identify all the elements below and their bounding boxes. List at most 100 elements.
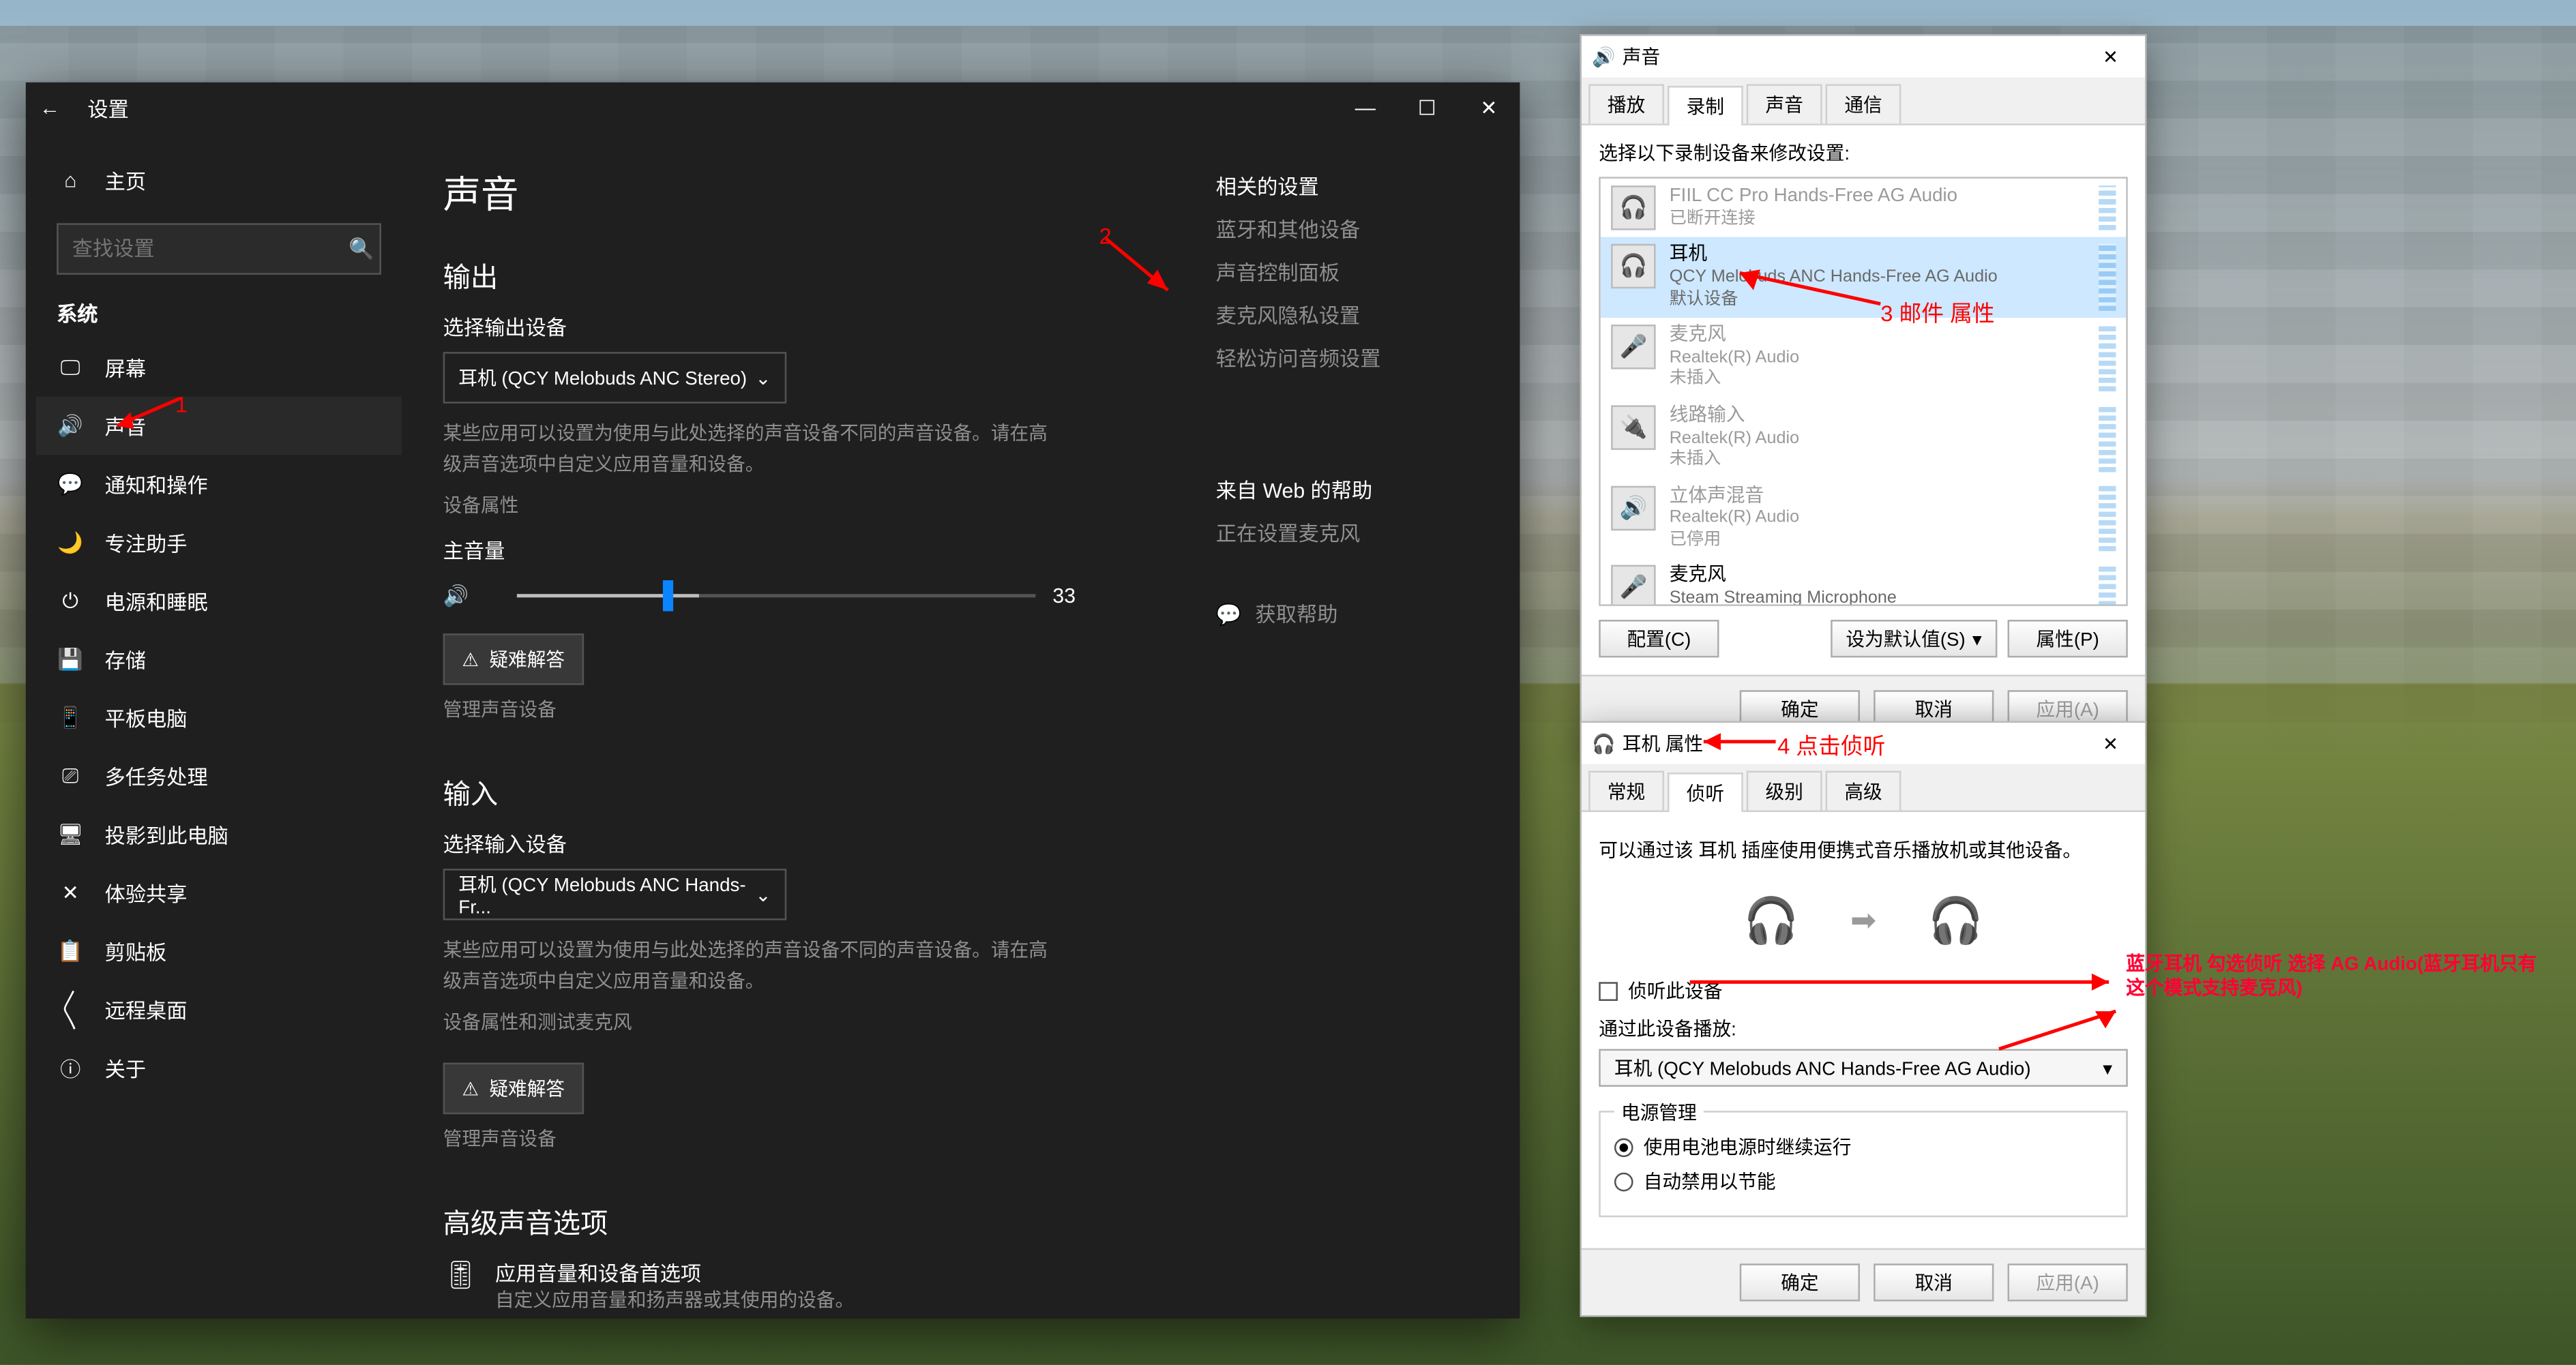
device-icon <box>1611 185 1655 230</box>
power-opt1-row[interactable]: 使用电池电源时继续运行 <box>1614 1133 2112 1160</box>
advanced-heading: 高级声音选项 <box>443 1201 1147 1242</box>
master-volume-label: 主音量 <box>443 536 1147 565</box>
close-icon[interactable]: ✕ <box>2086 46 2135 68</box>
checkbox-icon[interactable] <box>1599 981 1618 1000</box>
close-icon[interactable]: ✕ <box>2086 732 2135 755</box>
device-name: 麦克风 <box>1669 325 1798 348</box>
nav-label: 远程桌面 <box>105 995 188 1024</box>
web-help-link[interactable]: 正在设置麦克风 <box>1216 518 1594 548</box>
output-device-props-link[interactable]: 设备属性 <box>443 492 1147 519</box>
get-help-link[interactable]: 获取帮助 <box>1256 599 1338 629</box>
radio-icon[interactable] <box>1614 1172 1633 1191</box>
tab-常规[interactable]: 常规 <box>1588 771 1664 811</box>
minimize-button[interactable]: — <box>1334 82 1396 134</box>
output-heading: 输出 <box>443 254 1147 295</box>
sidebar-item-10[interactable]: 📋剪贴板 <box>36 922 402 980</box>
input-device-select[interactable]: 耳机 (QCY Melobuds ANC Hands-Fr... ⌄ <box>443 869 787 921</box>
nav-label: 电源和睡眠 <box>105 586 208 616</box>
back-icon[interactable]: ← <box>40 96 60 120</box>
device-icon <box>1611 405 1655 449</box>
ok-button[interactable]: 确定 <box>1740 1263 1860 1301</box>
nav-icon: ⏻ <box>57 588 84 614</box>
power-opt2-row[interactable]: 自动禁用以节能 <box>1614 1167 2112 1195</box>
volume-value: 33 <box>1052 584 1076 608</box>
sidebar-item-11[interactable]: 〱远程桌面 <box>36 980 402 1039</box>
maximize-button[interactable]: ☐ <box>1396 82 1458 134</box>
arrow-right-icon: ➡ <box>1850 902 1876 938</box>
sidebar-item-5[interactable]: 💾存储 <box>36 630 402 689</box>
nav-icon: 🖥 <box>57 822 84 846</box>
device-item[interactable]: FIIL CC Pro Hands-Free AG Audio 已断开连接 <box>1601 179 2127 237</box>
apply-button[interactable]: 应用(A) <box>2008 1263 2128 1301</box>
speaker-icon[interactable]: 🔊 <box>443 584 469 608</box>
headphone-properties-dialog: 🎧 耳机 属性 ✕ 常规侦听级别高级 可以通过该 耳机 插座使用便携式音乐播放机… <box>1580 721 2147 1317</box>
output-troubleshoot-label: 疑难解答 <box>489 646 565 673</box>
device-name: 线路输入 <box>1669 405 1798 429</box>
device-item[interactable]: 耳机 QCY Melobuds ANC Hands-Free AG Audio … <box>1601 237 2127 318</box>
sound-dialog-tabs: 播放录制声音通信 <box>1582 77 2145 125</box>
playback-device-select[interactable]: 耳机 (QCY Melobuds ANC Hands-Free AG Audio… <box>1599 1049 2128 1086</box>
sound-icon: 🔊 <box>1592 46 1616 68</box>
nav-label: 平板电脑 <box>105 703 188 732</box>
chevron-down-icon: ⌄ <box>755 367 771 389</box>
volume-slider[interactable] <box>486 575 1035 616</box>
related-link[interactable]: 轻松访问音频设置 <box>1216 344 1594 373</box>
recording-device-list[interactable]: FIIL CC Pro Hands-Free AG Audio 已断开连接 耳机… <box>1599 177 2128 606</box>
sidebar-item-9[interactable]: ✕体验共享 <box>36 864 402 922</box>
configure-button[interactable]: 配置(C) <box>1599 620 1719 657</box>
tab-声音[interactable]: 声音 <box>1747 84 1822 123</box>
input-note: 某些应用可以设置为使用与此处选择的声音设备不同的声音设备。请在高级声音选项中自定… <box>443 937 1061 998</box>
search-input[interactable] <box>72 237 338 260</box>
input-manage-link[interactable]: 管理声音设备 <box>443 1125 1147 1152</box>
sidebar-item-0[interactable]: 🖵屏幕 <box>36 338 402 397</box>
device-item[interactable]: 立体声混音 Realtek(R) Audio 已停用 <box>1601 478 2127 558</box>
radio-icon[interactable] <box>1614 1137 1633 1156</box>
level-meter <box>2099 185 2116 230</box>
sidebar-item-12[interactable]: ⓘ关于 <box>36 1038 402 1097</box>
app-volume-row[interactable]: 🎚 应用音量和设备首选项 自定义应用音量和扬声器或其使用的设备。 <box>443 1259 1147 1319</box>
device-name: 耳机 <box>1669 244 1997 268</box>
home-row[interactable]: ⌂ 主页 <box>36 151 402 210</box>
tab-高级[interactable]: 高级 <box>1826 771 1901 811</box>
device-status: 已断开连接 <box>1669 209 1957 230</box>
tab-播放[interactable]: 播放 <box>1588 84 1664 123</box>
tab-录制[interactable]: 录制 <box>1668 86 1743 125</box>
sidebar-item-6[interactable]: 📱平板电脑 <box>36 689 402 747</box>
page-title: 声音 <box>443 165 1147 220</box>
cancel-button[interactable]: 取消 <box>1874 1263 1994 1301</box>
device-item[interactable]: 线路输入 Realtek(R) Audio 未插入 <box>1601 398 2127 479</box>
app-title: 设置 <box>87 93 128 123</box>
input-device-props-link[interactable]: 设备属性和测试麦克风 <box>443 1008 1147 1036</box>
set-default-button[interactable]: 设为默认值(S) ▾ <box>1831 620 1998 657</box>
prop-dialog-tabs: 常规侦听级别高级 <box>1582 764 2145 813</box>
sidebar-item-4[interactable]: ⏻ 电源和睡眠 <box>36 571 402 630</box>
search-input-wrap[interactable]: 🔍 <box>57 223 381 275</box>
tab-侦听[interactable]: 侦听 <box>1668 772 1743 812</box>
output-troubleshoot-button[interactable]: ⚠ 疑难解答 <box>443 634 584 686</box>
input-troubleshoot-button[interactable]: ⚠ 疑难解答 <box>443 1064 584 1115</box>
nav-icon: ✕ <box>57 881 84 905</box>
listen-checkbox-row[interactable]: 侦听此设备 <box>1599 977 2128 1004</box>
related-link[interactable]: 声音控制面板 <box>1216 258 1594 287</box>
related-link[interactable]: 蓝牙和其他设备 <box>1216 215 1594 244</box>
sidebar-item-7[interactable]: ⎚多任务处理 <box>36 747 402 805</box>
output-manage-link[interactable]: 管理声音设备 <box>443 695 1147 723</box>
tab-级别[interactable]: 级别 <box>1747 771 1822 811</box>
nav-label: 专注助手 <box>105 528 188 557</box>
sidebar-item-8[interactable]: 🖥投影到此电脑 <box>36 805 402 864</box>
output-device-select[interactable]: 耳机 (QCY Melobuds ANC Stereo) ⌄ <box>443 352 787 404</box>
sidebar-item-2[interactable]: 💬通知和操作 <box>36 455 402 513</box>
playback-device-value: 耳机 (QCY Melobuds ANC Hands-Free AG Audio… <box>1614 1054 2031 1081</box>
category-label: 系统 <box>36 299 402 328</box>
device-item[interactable]: 麦克风 Realtek(R) Audio 未插入 <box>1601 318 2127 398</box>
device-item[interactable]: 麦克风 Steam Streaming Microphone 准备就绪 <box>1601 558 2127 606</box>
get-help-row[interactable]: 💬 获取帮助 <box>1216 599 1594 629</box>
device-name: 立体声混音 <box>1669 485 1798 509</box>
device-icon <box>1611 565 1655 606</box>
tab-通信[interactable]: 通信 <box>1826 84 1901 123</box>
sidebar-item-1[interactable]: 🔊声音 <box>36 397 402 455</box>
close-button[interactable]: ✕ <box>1458 82 1520 134</box>
properties-button[interactable]: 属性(P) <box>2008 620 2128 657</box>
sidebar-item-3[interactable]: 🌙专注助手 <box>36 513 402 572</box>
related-link[interactable]: 麦克风隐私设置 <box>1216 301 1594 330</box>
